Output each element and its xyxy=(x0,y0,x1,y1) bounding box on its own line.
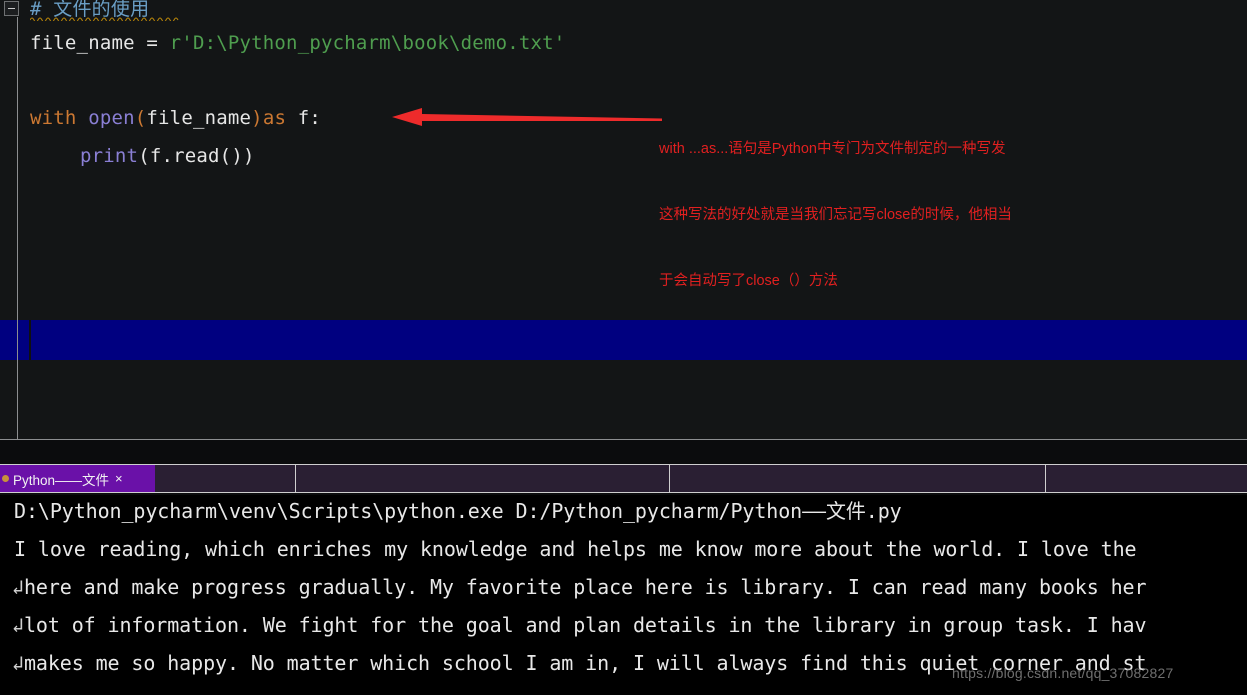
annotation-line-2: 这种写法的好处就是当我们忘记写close的时候，他相当 xyxy=(659,207,1012,223)
fold-line-over-selection xyxy=(17,320,18,360)
console-output-line: ↲makes me so happy. No matter which scho… xyxy=(12,651,1147,675)
code-token: ( xyxy=(134,107,147,129)
console-output-text: lot of information. We fight for the goa… xyxy=(23,613,1147,637)
selected-line-highlight[interactable] xyxy=(0,320,1247,360)
code-token: as xyxy=(262,107,287,129)
code-token: (f.read()) xyxy=(138,145,255,167)
fold-minus-glyph xyxy=(8,8,15,9)
console-output-area[interactable]: D:\Python_pycharm\venv\Scripts\python.ex… xyxy=(0,495,1247,695)
fold-region-line xyxy=(17,17,18,440)
console-output-text: I love reading, which enriches my knowle… xyxy=(14,537,1137,561)
soft-wrap-icon: ↲ xyxy=(12,575,24,599)
soft-wrap-icon: ↲ xyxy=(12,613,24,637)
console-output-line: I love reading, which enriches my knowle… xyxy=(14,537,1137,561)
code-token: ) xyxy=(251,107,263,129)
code-token: file_name = xyxy=(30,32,170,54)
close-icon[interactable]: × xyxy=(115,471,123,486)
console-output-text: makes me so happy. No matter which schoo… xyxy=(23,651,1147,675)
tab-separator xyxy=(1045,465,1046,492)
annotation-line-1: with ...as...语句是Python中专门为文件制定的一种写发 xyxy=(659,141,1006,157)
code-token: print xyxy=(80,145,139,167)
selection-left-notch xyxy=(29,320,31,360)
annotation-line-3: 于会自动写了close（）方法 xyxy=(659,273,838,289)
code-line-print[interactable]: print(f.read()) xyxy=(80,147,255,166)
console-output-line: ↲here and make progress gradually. My fa… xyxy=(12,575,1147,599)
red-left-arrow-icon xyxy=(392,104,662,130)
console-tab-label: Python——文件 xyxy=(13,472,110,488)
run-status-dot-icon xyxy=(2,475,9,482)
spellcheck-squiggle-icon xyxy=(30,16,180,21)
code-editor-pane[interactable]: # 文件的使用 file_name = r'D:\Python_pycharm\b… xyxy=(0,0,1247,440)
console-tab-bar[interactable]: Python——文件 × xyxy=(0,464,1247,493)
code-token: f: xyxy=(286,107,322,129)
console-output-text: D:\Python_pycharm\venv\Scripts\python.ex… xyxy=(14,499,902,523)
tab-separator xyxy=(669,465,670,492)
code-token: open xyxy=(88,107,135,129)
console-output-line: ↲lot of information. We fight for the go… xyxy=(12,613,1147,637)
code-token: r'D:\Python_pycharm\book\demo.txt' xyxy=(169,32,566,54)
run-console-pane[interactable]: Python——文件 × D:\Python_pycharm\venv\Scri… xyxy=(0,440,1247,695)
annotation-text: with ...as...语句是Python中专门为文件制定的一种写发 这种写法… xyxy=(659,94,1059,336)
soft-wrap-icon: ↲ xyxy=(12,651,24,675)
console-output-text: here and make progress gradually. My fav… xyxy=(23,575,1147,599)
code-token: file_name xyxy=(146,107,252,129)
code-fold-toggle-icon[interactable] xyxy=(4,1,19,16)
tab-separator xyxy=(295,465,296,492)
code-line-assign[interactable]: file_name = r'D:\Python_pycharm\book\dem… xyxy=(30,34,565,53)
fold-gutter[interactable] xyxy=(0,0,22,440)
code-token: with xyxy=(30,107,89,129)
console-tab-python-file[interactable]: Python——文件 × xyxy=(0,465,155,492)
code-line-with[interactable]: with open(file_name)as f: xyxy=(30,109,321,128)
console-output-line: D:\Python_pycharm\venv\Scripts\python.ex… xyxy=(14,501,902,521)
